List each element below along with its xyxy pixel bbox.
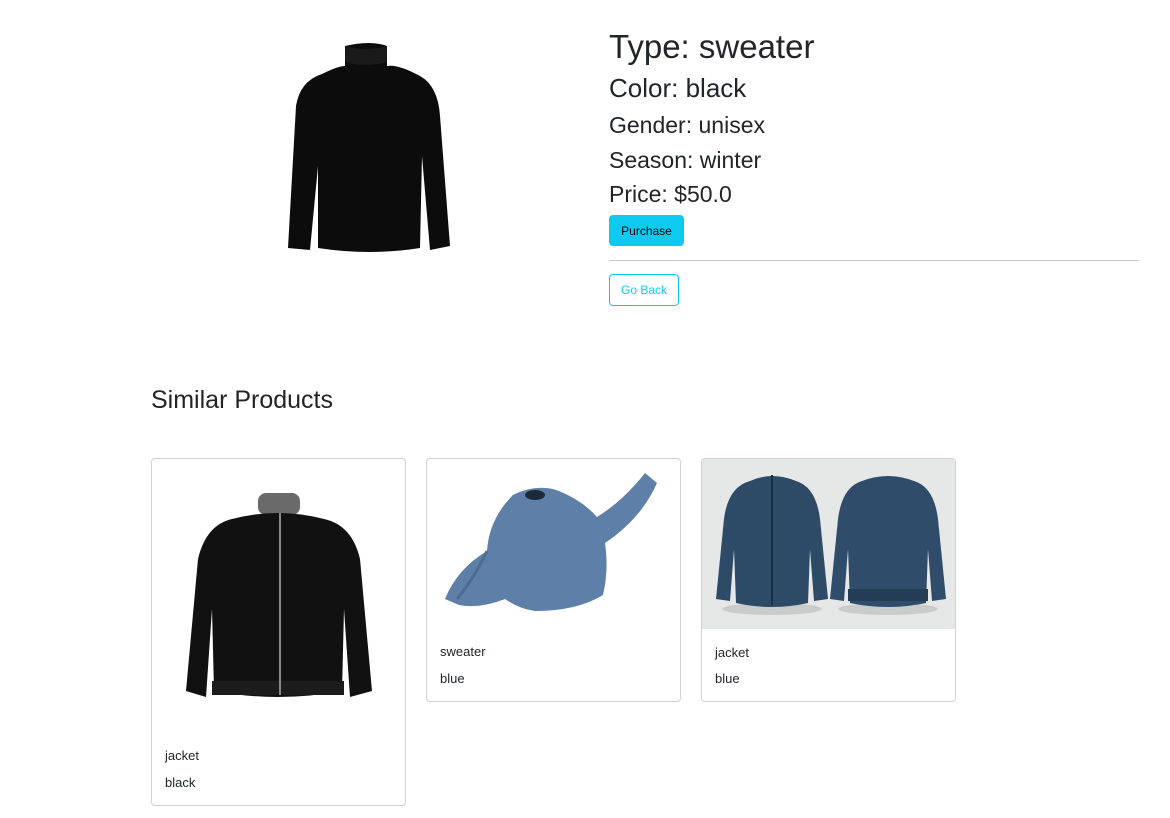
divider [609,260,1139,261]
product-card-image [427,459,680,629]
black-turtleneck-sweater-icon [288,43,450,252]
product-gender: Gender: unisex [609,112,765,138]
card-color: blue [440,671,465,686]
black-bomber-jacket-icon [186,493,372,697]
product-color: Color: black [609,73,747,103]
card-type: sweater [440,644,486,659]
purchase-button[interactable]: Purchase [609,215,684,246]
product-image [270,36,470,261]
card-color: black [165,775,196,790]
card-type: jacket [715,645,749,660]
blue-knit-sweater-icon [445,473,657,611]
product-price: Price: $50.0 [609,181,732,207]
product-card-image [152,459,405,729]
card-type: jacket [165,748,199,763]
product-season: Season: winter [609,147,762,173]
product-type: Type: sweater [609,28,815,65]
navy-bomber-jacket-front-back-icon [702,459,955,629]
similar-products-title: Similar Products [151,386,333,414]
card-color: blue [715,671,740,686]
go-back-button[interactable]: Go Back [609,274,679,306]
similar-product-card[interactable]: jacket black [151,458,406,806]
similar-product-card[interactable]: jacket blue [701,458,956,702]
similar-product-card[interactable]: sweater blue [426,458,681,702]
product-card-image [702,459,955,629]
